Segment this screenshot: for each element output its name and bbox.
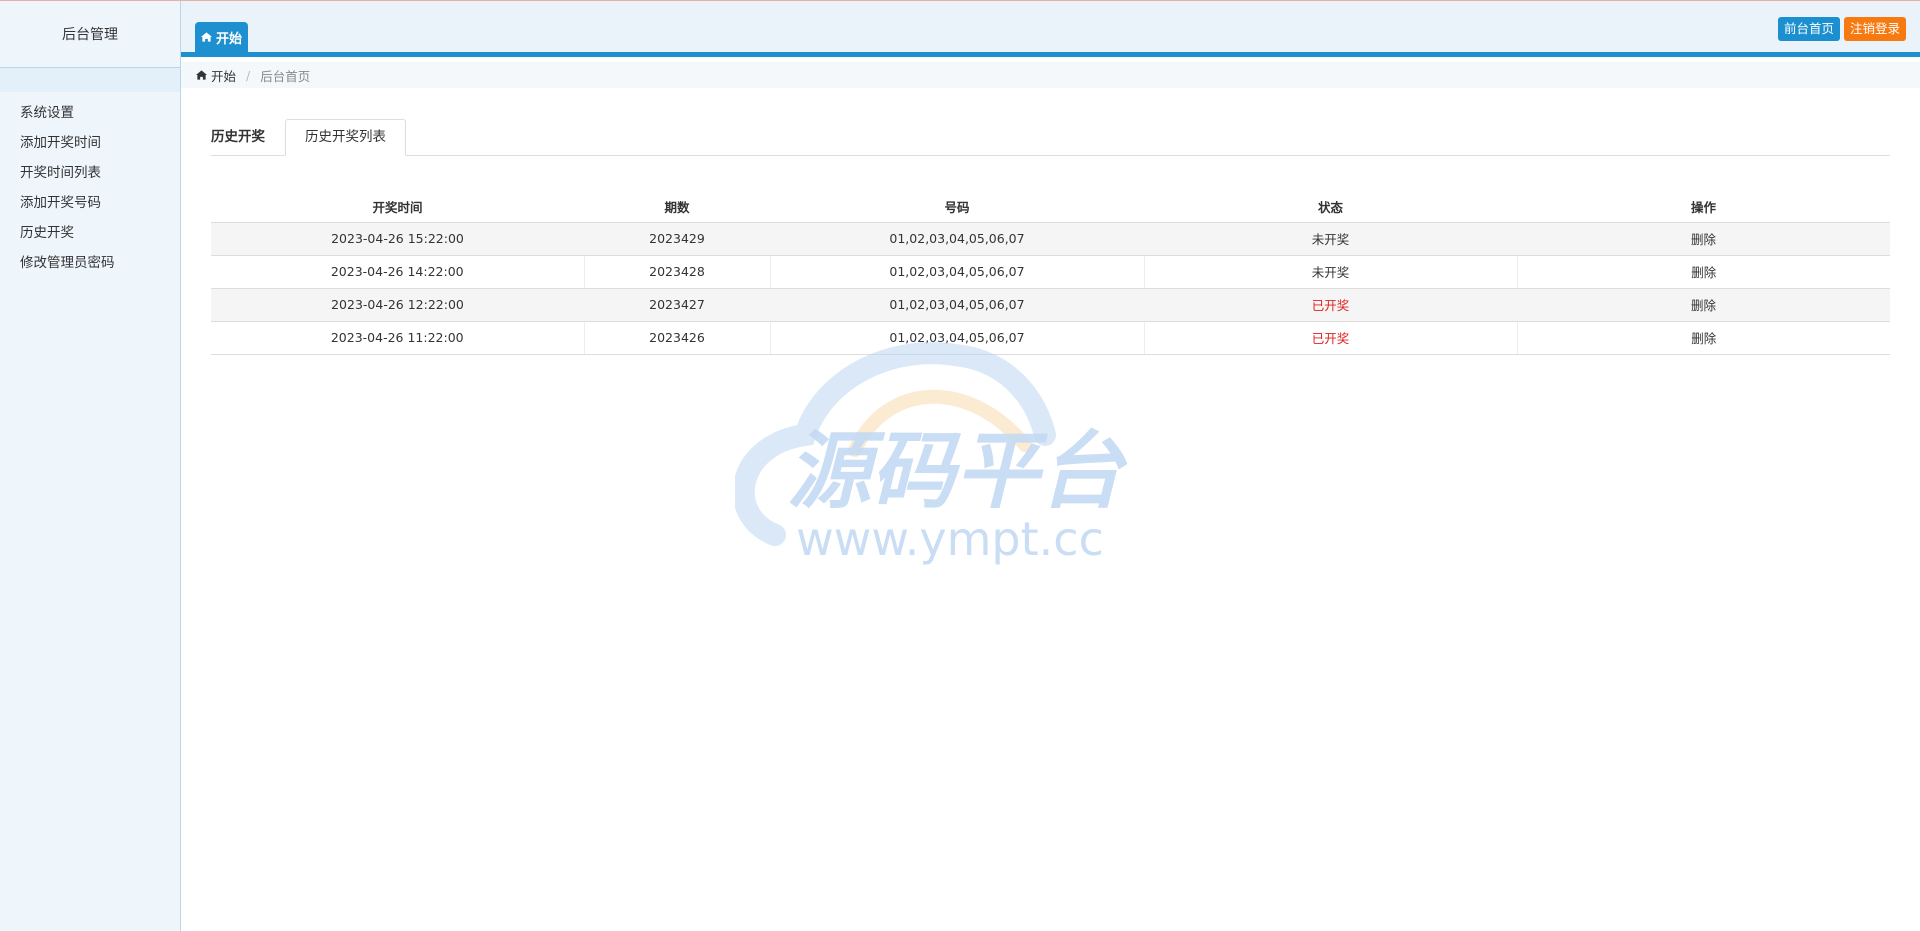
- sidebar-spacer: [0, 68, 180, 92]
- cell-issue: 2023429: [584, 222, 770, 256]
- cell-issue: 2023426: [583, 321, 770, 355]
- header-actions: 前台首页 注销登录: [1777, 17, 1906, 41]
- cell-status: 已开奖: [1143, 321, 1517, 355]
- cell-status: 已开奖: [1144, 288, 1517, 322]
- delete-link[interactable]: 删除: [1516, 255, 1890, 289]
- cell-draw-time: 2023-04-26 11:22:00: [211, 321, 584, 355]
- column-header-issue: 期数: [584, 192, 770, 223]
- delete-link[interactable]: 删除: [1516, 321, 1890, 355]
- delete-link[interactable]: 删除: [1517, 222, 1890, 256]
- breadcrumb-home-label: 开始: [211, 68, 237, 84]
- sidebar-title: 后台管理: [0, 1, 180, 68]
- logout-button[interactable]: 注销登录: [1843, 17, 1906, 41]
- sidebar-item-change-admin-password[interactable]: 修改管理员密码: [0, 248, 180, 278]
- cell-numbers: 01,02,03,04,05,06,07: [769, 321, 1144, 355]
- cell-numbers: 01,02,03,04,05,06,07: [769, 255, 1144, 289]
- delete-link[interactable]: 删除: [1517, 288, 1890, 322]
- cloud-shape: [735, 342, 1056, 546]
- column-header-action: 操作: [1517, 192, 1890, 223]
- home-icon: [196, 70, 207, 80]
- header-accent-bar: [181, 52, 1920, 57]
- content-tabs: 历史开奖 历史开奖列表: [211, 119, 1890, 156]
- column-header-status: 状态: [1144, 192, 1517, 223]
- frontend-home-button[interactable]: 前台首页: [1777, 17, 1840, 41]
- cell-issue: 2023427: [584, 288, 770, 322]
- watermark-logo: 源码平台 www.ympt.cc: [735, 342, 1128, 566]
- tab-start-label: 开始: [216, 31, 243, 47]
- table-header-row: 开奖时间 期数 号码 状态 操作: [211, 192, 1890, 223]
- tab-start[interactable]: 开始: [195, 22, 249, 52]
- table-row: 2023-04-26 15:22:00 2023429 01,02,03,04,…: [211, 222, 1890, 256]
- breadcrumb: 开始 / 后台首页: [181, 62, 1920, 88]
- sidebar-item-draw-time-list[interactable]: 开奖时间列表: [0, 158, 180, 188]
- cell-draw-time: 2023-04-26 14:22:00: [211, 255, 584, 289]
- draw-history-table: 开奖时间 期数 号码 状态 操作 2023-04-26 15:22:00 202…: [211, 192, 1890, 355]
- cell-issue: 2023428: [583, 255, 770, 289]
- cell-numbers: 01,02,03,04,05,06,07: [770, 222, 1144, 256]
- breadcrumb-home[interactable]: 开始: [196, 66, 236, 85]
- breadcrumb-separator: /: [246, 67, 251, 83]
- column-header-draw-time: 开奖时间: [211, 192, 584, 223]
- cell-draw-time: 2023-04-26 15:22:00: [211, 222, 584, 256]
- watermark-url: www.ympt.cc: [796, 512, 1104, 566]
- table-row: 2023-04-26 14:22:00 2023428 01,02,03,04,…: [211, 255, 1890, 289]
- sidebar-menu: 系统设置 添加开奖时间 开奖时间列表 添加开奖号码 历史开奖 修改管理员密码: [0, 92, 180, 278]
- cell-status: 未开奖: [1143, 255, 1517, 289]
- cell-draw-time: 2023-04-26 12:22:00: [211, 288, 584, 322]
- table-row: 2023-04-26 11:22:00 2023426 01,02,03,04,…: [211, 321, 1890, 355]
- sidebar-item-add-draw-time[interactable]: 添加开奖时间: [0, 128, 180, 158]
- column-header-numbers: 号码: [770, 192, 1144, 223]
- tab-draw-history-list[interactable]: 历史开奖列表: [285, 119, 406, 156]
- table-row: 2023-04-26 12:22:00 2023427 01,02,03,04,…: [211, 288, 1890, 322]
- cell-status: 未开奖: [1144, 222, 1517, 256]
- home-icon: [201, 32, 212, 42]
- top-header: 开始 前台首页 注销登录: [181, 1, 1920, 57]
- breadcrumb-current: 后台首页: [260, 68, 311, 84]
- sidebar-item-add-draw-number[interactable]: 添加开奖号码: [0, 188, 180, 218]
- section-title: 历史开奖: [211, 129, 265, 145]
- sidebar-item-system-settings[interactable]: 系统设置: [0, 98, 180, 128]
- cell-numbers: 01,02,03,04,05,06,07: [770, 288, 1144, 322]
- sidebar-item-draw-history[interactable]: 历史开奖: [0, 218, 180, 248]
- sidebar: 后台管理 系统设置 添加开奖时间 开奖时间列表 添加开奖号码 历史开奖 修改管理…: [0, 1, 181, 931]
- watermark-title: 源码平台: [787, 422, 1128, 520]
